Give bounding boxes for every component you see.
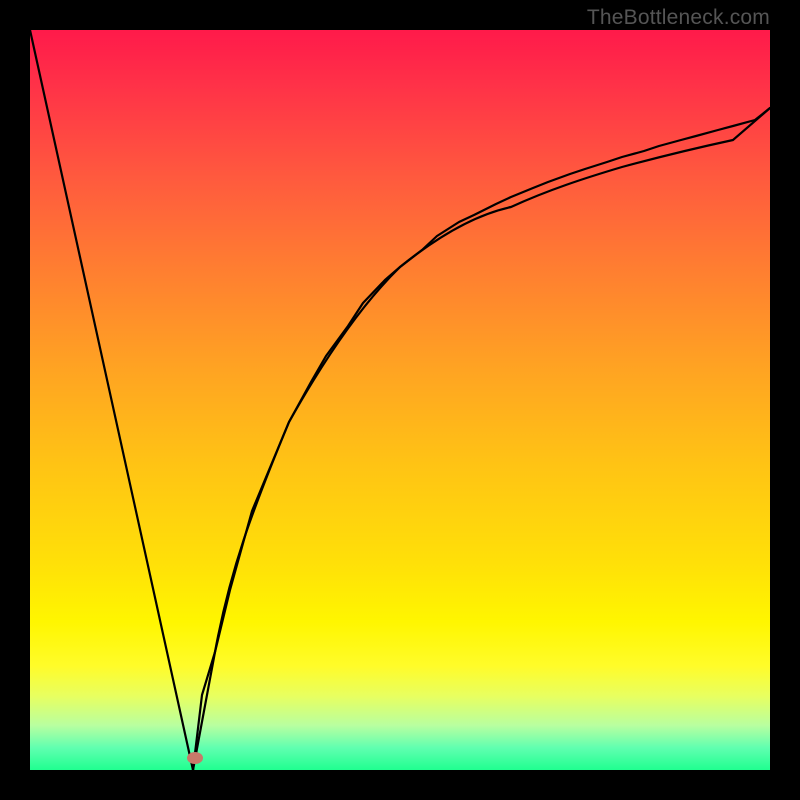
chart-frame: TheBottleneck.com xyxy=(0,0,800,800)
curve-right-log-smooth xyxy=(193,108,770,770)
curve-left-slope xyxy=(30,30,193,770)
minimum-marker xyxy=(187,752,203,764)
chart-svg xyxy=(30,30,770,770)
curve-right-log xyxy=(193,108,770,770)
plot-area xyxy=(30,30,770,770)
attribution-label: TheBottleneck.com xyxy=(587,6,770,30)
